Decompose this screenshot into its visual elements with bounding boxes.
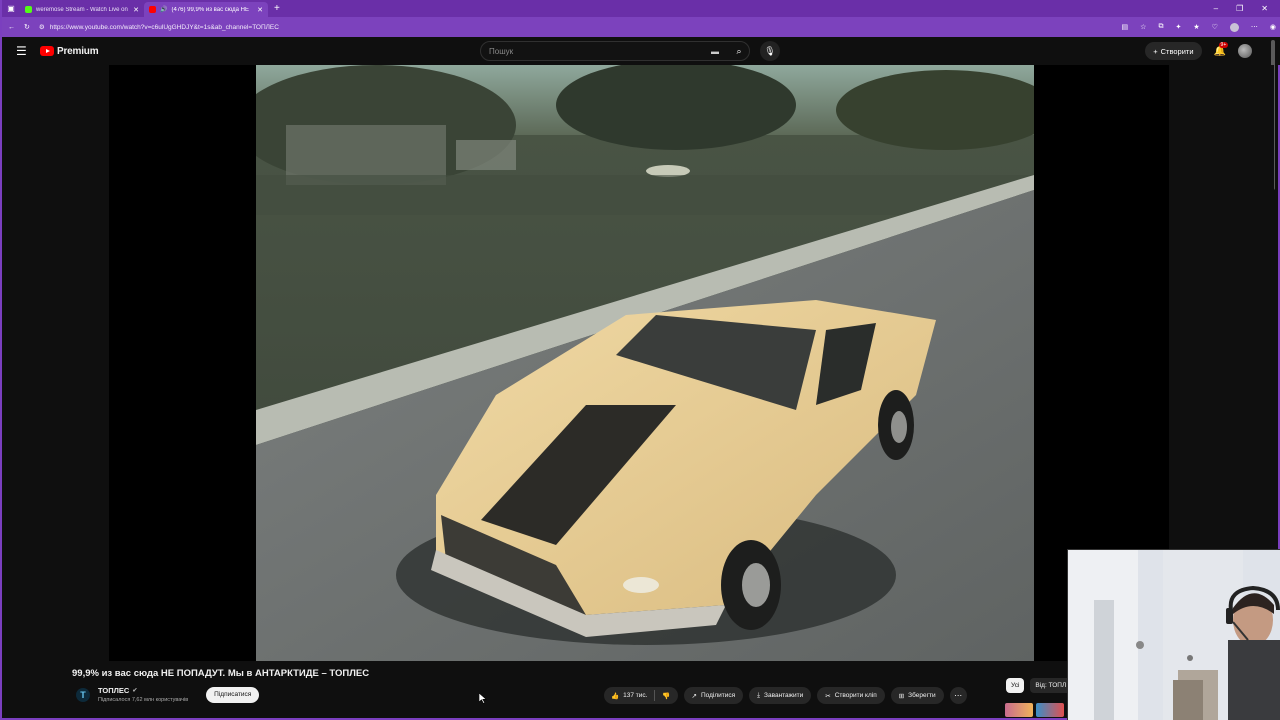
- create-clip-button[interactable]: ✂ Створити кліп: [817, 687, 885, 704]
- plus-icon: +: [1153, 46, 1158, 56]
- scissors-icon: ✂: [825, 692, 831, 700]
- notifications-bell-icon[interactable]: 🔔 9+: [1214, 41, 1229, 57]
- webcam-overlay: [1067, 549, 1280, 720]
- channel-name[interactable]: ТОПЛЕС: [98, 686, 129, 695]
- bookmark-star-icon[interactable]: ☆: [1140, 23, 1146, 31]
- account-avatar[interactable]: [1238, 44, 1252, 58]
- heart-icon[interactable]: ♡: [1212, 23, 1218, 31]
- like-count: 137 тис.: [623, 692, 648, 699]
- close-icon[interactable]: ✕: [257, 6, 263, 14]
- tab-youtube-video[interactable]: 🔊 (476) 99,9% из вас сюда НЕ ✕: [144, 2, 268, 17]
- reader-mode-icon[interactable]: ▤: [1122, 23, 1129, 31]
- logo-text: Premium: [57, 45, 99, 57]
- close-icon[interactable]: ✕: [133, 6, 139, 14]
- restore-icon[interactable]: ❐: [1236, 4, 1243, 13]
- video-actions: 👍 137 тис. 👎 ↗ Поділитися ⤓ Завантажити …: [604, 687, 967, 704]
- reload-icon[interactable]: ↻: [24, 23, 30, 31]
- site-info-icon[interactable]: ⚙: [39, 23, 45, 31]
- profile-avatar[interactable]: [1229, 22, 1239, 32]
- recommendation-filters: Усі Від: ТОПЛ: [1006, 678, 1072, 693]
- copilot-icon[interactable]: ◉: [1270, 23, 1276, 31]
- notification-badge: 9+: [1218, 41, 1229, 48]
- subscriber-count: Підписалося 7,62 млн користувачів: [98, 697, 189, 703]
- video-still-car-on-road: [256, 65, 1034, 661]
- channel-row: T ТОПЛЕС ✔ Підписалося 7,62 млн користув…: [76, 686, 260, 703]
- dislike-button[interactable]: 👎: [655, 687, 677, 704]
- create-label: Створити: [1160, 46, 1194, 56]
- download-icon: ⤓: [757, 691, 761, 699]
- search-icon[interactable]: ⌕: [728, 41, 750, 61]
- split-view-icon[interactable]: ⧉: [1158, 23, 1163, 31]
- share-icon: ↗: [691, 692, 697, 700]
- kick-favicon-icon: [25, 6, 32, 13]
- search-input[interactable]: [489, 46, 709, 56]
- close-window-icon[interactable]: ✕: [1261, 4, 1268, 13]
- recommendation-thumbnail[interactable]: [1036, 703, 1064, 717]
- chip-all[interactable]: Усі: [1006, 678, 1025, 693]
- save-label: Зберегти: [908, 692, 936, 699]
- extensions-icon[interactable]: ✦: [1175, 23, 1181, 31]
- download-button[interactable]: ⤓ Завантажити: [749, 687, 812, 704]
- tab-title: weremose Stream - Watch Live on: [36, 6, 128, 13]
- header-actions: + Створити 🔔 9+: [1145, 41, 1252, 60]
- share-label: Поділитися: [700, 692, 736, 699]
- microphone-icon[interactable]: 🎙: [760, 41, 780, 61]
- tab-strip: ▣ weremose Stream - Watch Live on ✕ 🔊 (4…: [2, 0, 1280, 17]
- tab-title: (476) 99,9% из вас сюда НЕ: [171, 6, 249, 13]
- webcam-streamer-feed: [1068, 550, 1280, 720]
- channel-name-row: ТОПЛЕС ✔: [98, 686, 188, 695]
- youtube-play-icon: [40, 46, 54, 56]
- create-button[interactable]: + Створити: [1145, 42, 1202, 60]
- verified-check-icon: ✔: [132, 688, 138, 694]
- youtube-header: ☰ Premium ▬ ⌕ 🎙 + Створити 🔔 9+: [4, 37, 1280, 65]
- new-tab-icon[interactable]: +: [274, 3, 280, 14]
- toolbar-icons: ▤ ☆ ⧉ ✦ ★ ♡ ⋯ ◉: [1122, 22, 1276, 32]
- recommendation-thumbnail[interactable]: [1005, 703, 1033, 717]
- tab-kick-stream[interactable]: weremose Stream - Watch Live on ✕: [20, 2, 144, 17]
- youtube-favicon-icon: [149, 6, 156, 13]
- speaker-icon[interactable]: 🔊: [160, 6, 167, 13]
- tab-actions-icon[interactable]: ▣: [2, 0, 20, 17]
- bookmark-icon: ⊞: [898, 692, 905, 700]
- thumbs-down-icon: 👎: [662, 692, 671, 700]
- share-button[interactable]: ↗ Поділитися: [683, 687, 744, 704]
- keyboard-icon[interactable]: ▬: [711, 47, 719, 56]
- search-area: ▬ ⌕ 🎙: [480, 41, 780, 61]
- like-button[interactable]: 👍 137 тис.: [604, 687, 654, 704]
- like-dislike-group: 👍 137 тис. 👎: [604, 687, 678, 704]
- recommendation-thumbnails: [1005, 703, 1064, 717]
- more-menu-icon[interactable]: ⋯: [1251, 23, 1258, 31]
- browser-window: ▣ weremose Stream - Watch Live on ✕ 🔊 (4…: [0, 0, 1280, 720]
- video-frame[interactable]: [256, 65, 1034, 661]
- minimize-icon[interactable]: –: [1214, 4, 1218, 13]
- mouse-cursor-icon: [479, 693, 487, 704]
- thumbs-up-icon: 👍: [611, 692, 620, 700]
- more-actions-icon[interactable]: ⋯: [949, 687, 967, 704]
- channel-avatar[interactable]: T: [76, 687, 90, 702]
- url-text: https://www.youtube.com/watch?v=c6ulUgGH…: [49, 23, 279, 31]
- window-controls: – ❐ ✕: [1214, 4, 1280, 13]
- save-button[interactable]: ⊞ Зберегти: [890, 687, 944, 704]
- youtube-logo[interactable]: Premium: [40, 45, 99, 57]
- subscribe-button[interactable]: Підписатися: [206, 686, 260, 703]
- player-left-margin: [4, 65, 109, 661]
- search-box[interactable]: ▬ ⌕: [480, 41, 750, 61]
- chip-from-channel[interactable]: Від: ТОПЛ: [1030, 678, 1072, 693]
- back-icon[interactable]: ←: [8, 24, 15, 31]
- clip-label: Створити кліп: [834, 692, 877, 699]
- hamburger-menu-icon[interactable]: ☰: [16, 44, 36, 58]
- video-title: 99,9% из вас сюда НЕ ПОПАДУТ. Мы в АНТАР…: [72, 668, 370, 679]
- url-field[interactable]: ⚙ https://www.youtube.com/watch?v=c6ulUg…: [39, 20, 1113, 34]
- favorites-icon[interactable]: ★: [1193, 23, 1199, 31]
- address-bar: ← ↻ ⚙ https://www.youtube.com/watch?v=c6…: [2, 17, 1280, 37]
- download-label: Завантажити: [764, 692, 804, 699]
- channel-info: ТОПЛЕС ✔ Підписалося 7,62 млн користувач…: [98, 686, 188, 703]
